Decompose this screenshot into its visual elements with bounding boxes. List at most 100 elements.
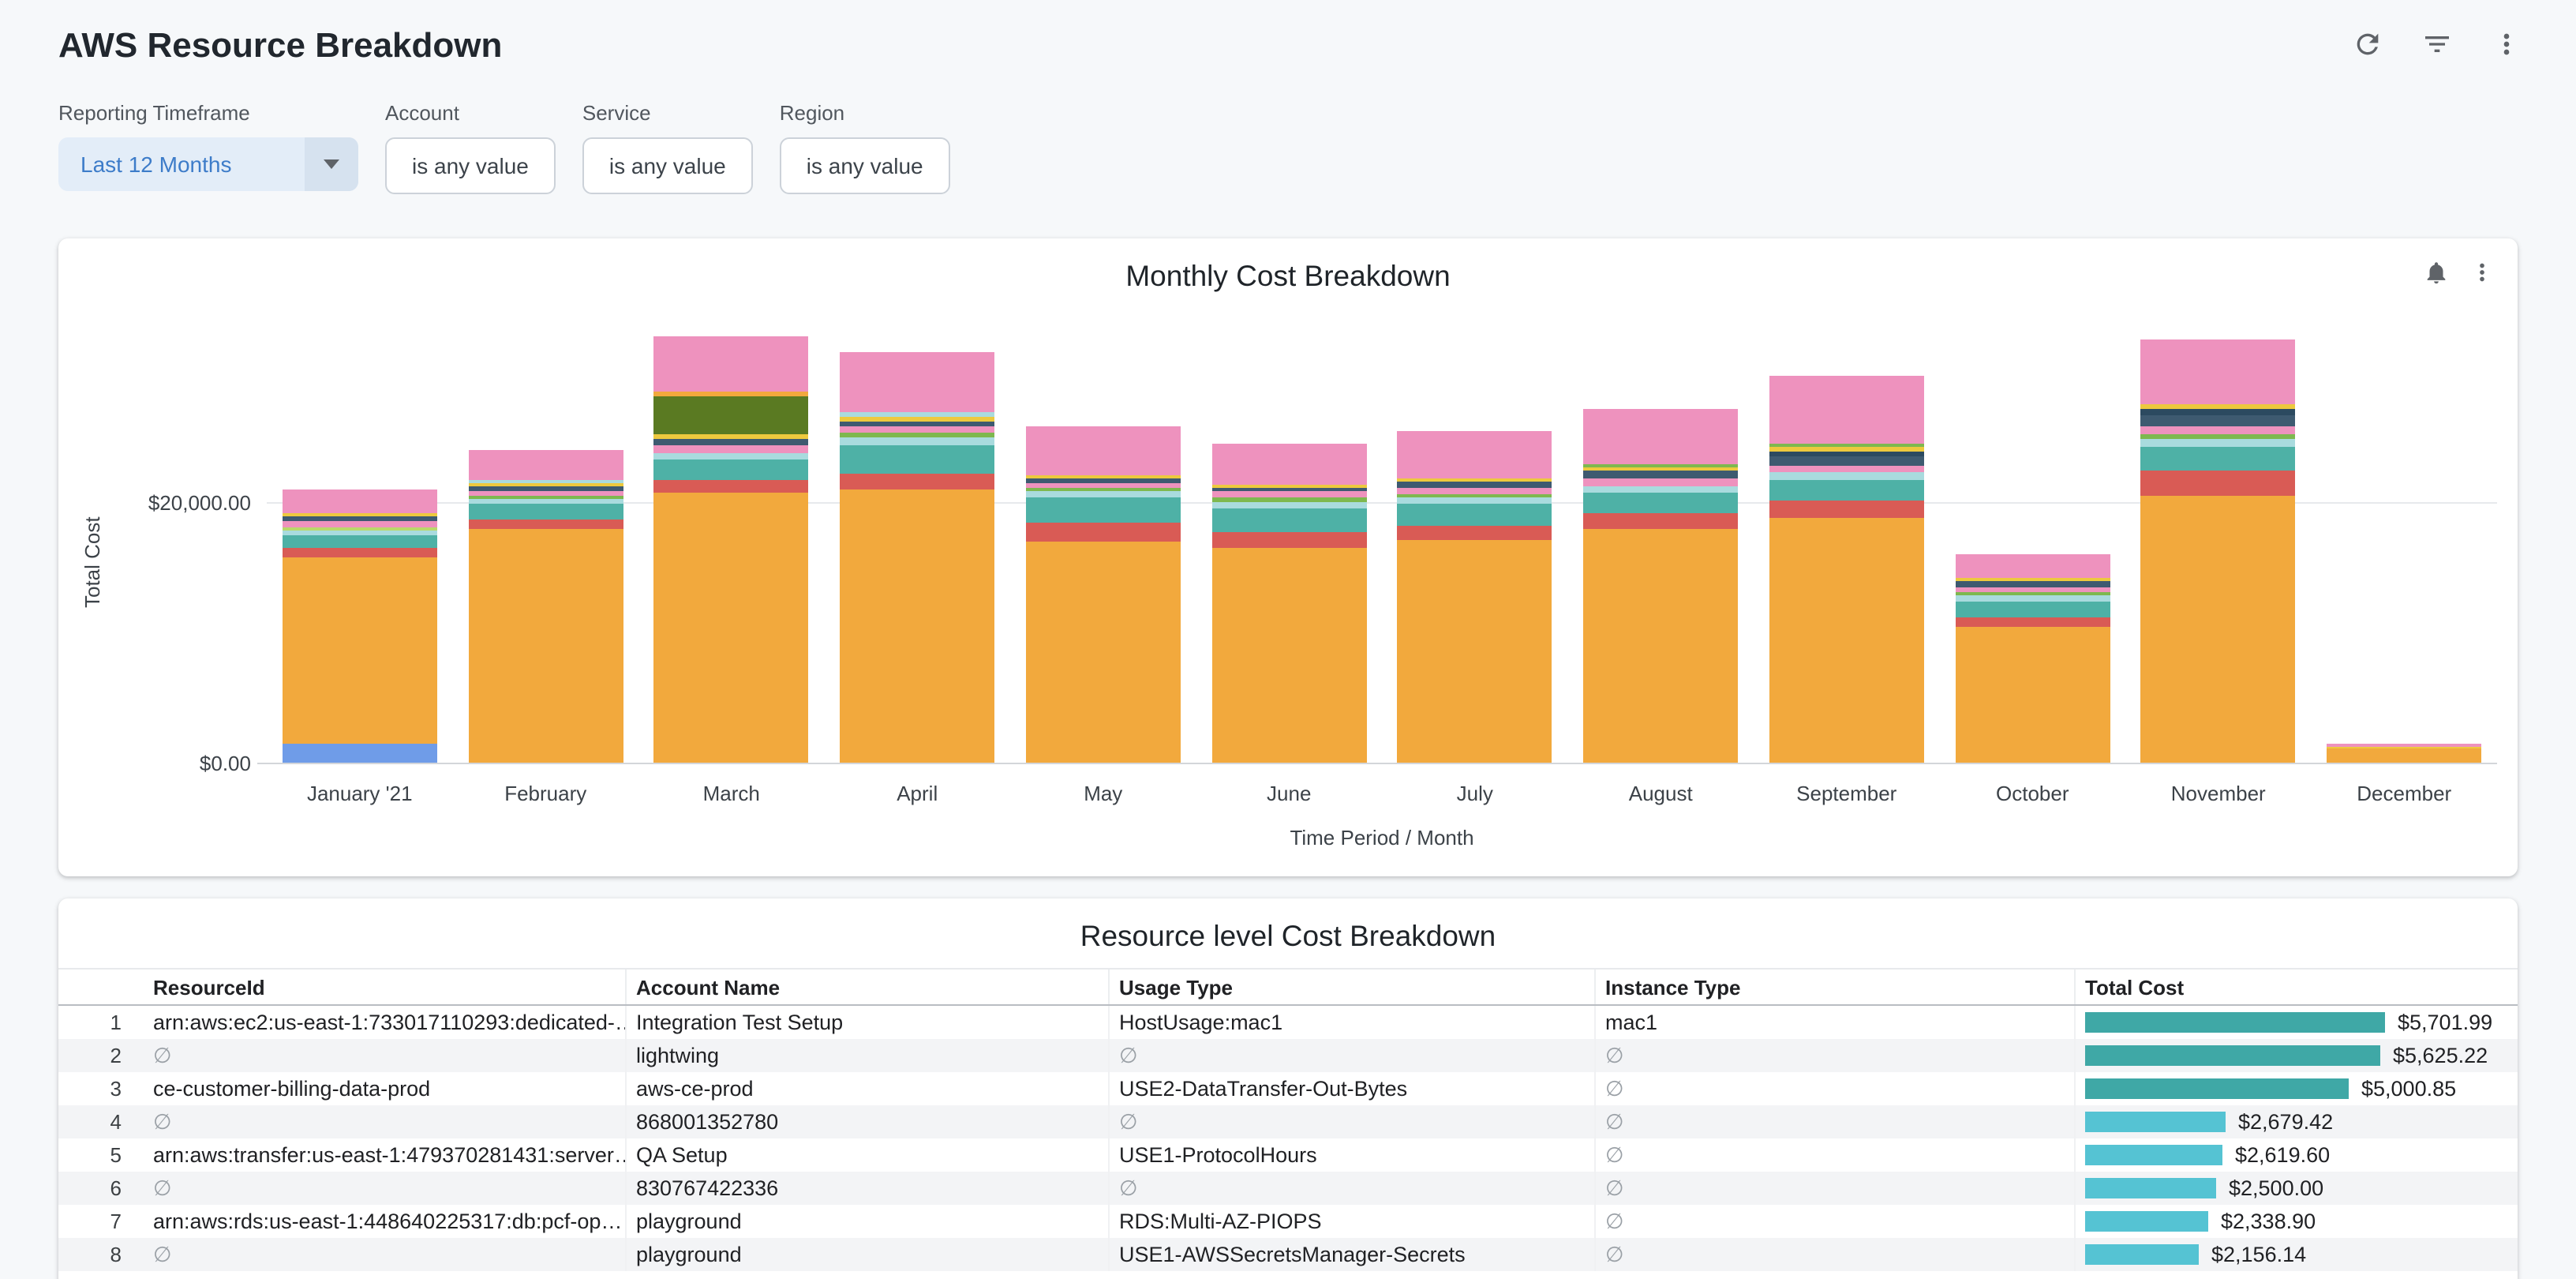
bar-segment-pink[interactable]	[1211, 491, 1366, 497]
cell-account-name: QA Setup	[627, 1138, 1110, 1172]
bar-segment-pink[interactable]	[468, 450, 623, 480]
refresh-icon[interactable]	[2352, 28, 2383, 60]
bar-segment-orange[interactable]	[468, 529, 623, 763]
x-axis-labels: January '21FebruaryMarchAprilMayJuneJuly…	[267, 782, 2497, 805]
stacked-bar[interactable]	[468, 450, 623, 763]
bar-segment-slate[interactable]	[2141, 415, 2296, 426]
alert-bell-icon[interactable]	[2423, 259, 2450, 286]
bar-segment-cyan[interactable]	[654, 453, 809, 459]
bar-segment-red[interactable]	[1583, 513, 1738, 529]
bar-segment-teal[interactable]	[1769, 480, 1924, 501]
bar-segment-pink[interactable]	[283, 521, 437, 527]
stacked-bar[interactable]	[1398, 431, 1552, 763]
bar-segment-orange[interactable]	[2141, 496, 2296, 763]
stacked-bar[interactable]	[1583, 409, 1738, 763]
bar-segment-pink[interactable]	[840, 352, 994, 412]
bar-segment-pink[interactable]	[1583, 478, 1738, 486]
cost-value: $2,679.42	[2238, 1110, 2333, 1134]
bar-segment-red[interactable]	[654, 480, 809, 493]
service-filter-button[interactable]: is any value	[582, 137, 753, 194]
bar-segment-teal[interactable]	[1211, 508, 1366, 532]
bar-segment-red[interactable]	[1211, 532, 1366, 548]
stacked-bar[interactable]	[654, 336, 809, 763]
stacked-bar[interactable]	[2327, 744, 2481, 763]
bar-segment-pink[interactable]	[2141, 426, 2296, 434]
bar-segment-orange[interactable]	[654, 493, 809, 763]
stacked-bar[interactable]	[2141, 339, 2296, 763]
bar-segment-pink[interactable]	[1955, 554, 2110, 578]
bar-segment-cyan[interactable]	[1583, 486, 1738, 493]
bar-segment-pink[interactable]	[840, 426, 994, 433]
column-header-account-name[interactable]: Account Name	[627, 970, 1110, 1004]
bar-segment-red[interactable]	[1398, 526, 1552, 540]
bar-segment-pink[interactable]	[1583, 409, 1738, 464]
bar-segment-pink[interactable]	[1398, 488, 1552, 494]
bar-segment-red[interactable]	[1769, 501, 1924, 518]
bar-segment-cyan[interactable]	[1769, 472, 1924, 480]
bar-segment-cyan[interactable]	[840, 437, 994, 445]
bar-segment-pink[interactable]	[1769, 466, 1924, 472]
bar-segment-teal[interactable]	[1583, 493, 1738, 513]
chart-kebab-icon[interactable]	[2469, 259, 2496, 286]
bar-segment-olive[interactable]	[654, 396, 809, 434]
bar-segment-pink[interactable]	[2141, 339, 2296, 404]
bar-segment-teal[interactable]	[1955, 602, 2110, 617]
bar-segment-blue[interactable]	[283, 744, 437, 763]
bar-segment-orange[interactable]	[1955, 627, 2110, 763]
bar-segment-pink[interactable]	[1769, 376, 1924, 444]
bar-segment-orange[interactable]	[1026, 542, 1181, 763]
bar-segment-orange[interactable]	[283, 557, 437, 744]
bar-segment-navy[interactable]	[2141, 409, 2296, 415]
stacked-bar[interactable]	[283, 489, 437, 763]
bar-segment-red[interactable]	[283, 548, 437, 557]
bar-segment-orange[interactable]	[1398, 540, 1552, 763]
bar-segment-slate[interactable]	[1955, 581, 2110, 587]
bar-segment-slate[interactable]	[654, 439, 809, 445]
bar-segment-teal[interactable]	[468, 504, 623, 519]
bar-segment-teal[interactable]	[840, 445, 994, 474]
timeframe-dropdown[interactable]: Last 12 Months	[58, 137, 358, 191]
bar-segment-teal[interactable]	[2141, 447, 2296, 471]
bar-segment-red[interactable]	[468, 519, 623, 529]
account-filter-button[interactable]: is any value	[385, 137, 556, 194]
stacked-bar[interactable]	[840, 352, 994, 763]
bar-segment-red[interactable]	[1955, 617, 2110, 627]
bar-segment-pink[interactable]	[1026, 426, 1181, 475]
stacked-bar[interactable]	[1026, 426, 1181, 763]
bar-segment-pink[interactable]	[1211, 444, 1366, 485]
bar-segment-red[interactable]	[840, 474, 994, 489]
bar-segment-orange[interactable]	[840, 489, 994, 763]
bar-segment-pink[interactable]	[1398, 431, 1552, 478]
stacked-bar[interactable]	[1211, 444, 1366, 763]
region-filter-button[interactable]: is any value	[780, 137, 950, 194]
bar-segment-cyan[interactable]	[1955, 595, 2110, 602]
bar-segment-orange[interactable]	[2327, 748, 2481, 763]
column-header-total-cost[interactable]: Total Cost	[2076, 970, 2518, 1004]
bar-segment-cyan[interactable]	[1211, 502, 1366, 508]
bar-segment-slate[interactable]	[1769, 456, 1924, 466]
bar-segment-slate[interactable]	[1398, 482, 1552, 488]
kebab-menu-icon[interactable]	[2491, 28, 2522, 60]
bar-segment-teal[interactable]	[1026, 497, 1181, 523]
bar-segment-orange[interactable]	[1211, 548, 1366, 763]
bar-segment-slate[interactable]	[1583, 471, 1738, 478]
stacked-bar[interactable]	[1769, 376, 1924, 763]
bar-segment-red[interactable]	[2141, 471, 2296, 496]
bar-segment-red[interactable]	[1026, 523, 1181, 542]
bar-segment-teal[interactable]	[283, 535, 437, 548]
bar-segment-cyan[interactable]	[2141, 439, 2296, 447]
column-header-instance-type[interactable]: Instance Type	[1596, 970, 2076, 1004]
bar-segment-cyan[interactable]	[1398, 497, 1552, 504]
bar-segment-orange[interactable]	[1583, 529, 1738, 763]
bar-segment-orange[interactable]	[1769, 518, 1924, 763]
bar-segment-cyan[interactable]	[1026, 491, 1181, 497]
bar-segment-pink[interactable]	[654, 336, 809, 392]
column-header-resourceid[interactable]: ResourceId	[144, 970, 627, 1004]
bar-segment-pink[interactable]	[283, 489, 437, 513]
stacked-bar[interactable]	[1955, 554, 2110, 763]
bar-segment-pink[interactable]	[654, 445, 809, 453]
column-header-usage-type[interactable]: Usage Type	[1110, 970, 1596, 1004]
bar-segment-teal[interactable]	[1398, 504, 1552, 526]
bar-segment-teal[interactable]	[654, 459, 809, 480]
filter-icon[interactable]	[2421, 28, 2453, 60]
